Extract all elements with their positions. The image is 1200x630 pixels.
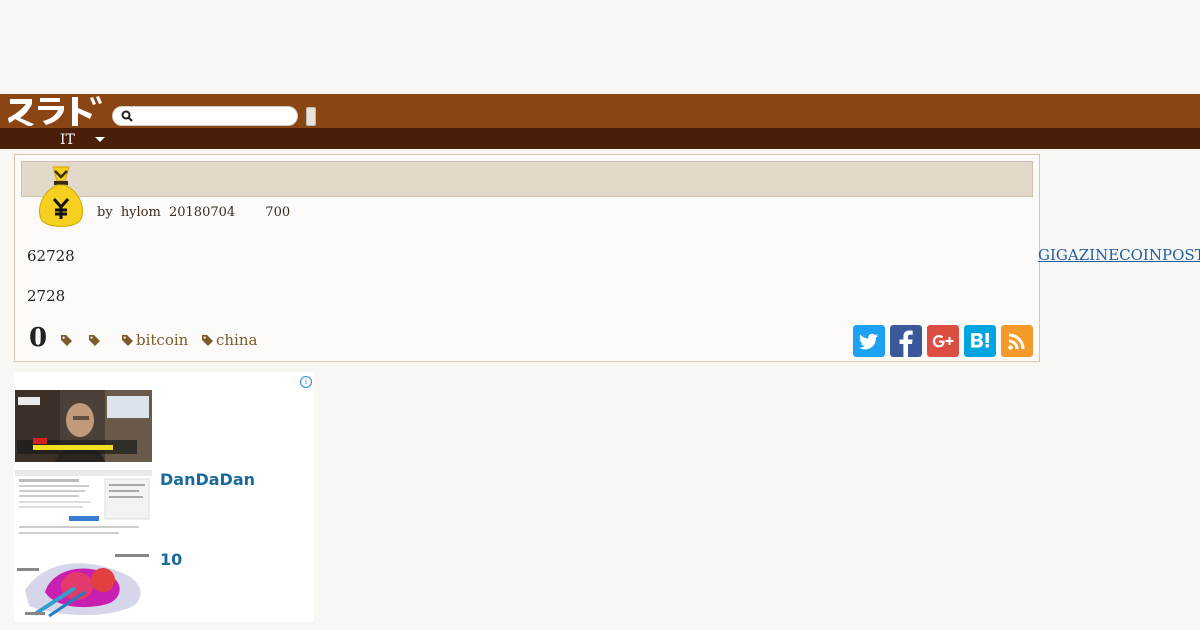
external-link-coinpost[interactable]: COINPOST: [1119, 246, 1200, 264]
external-links: GIGAZINECOINPOST: [1038, 246, 1200, 264]
money-bag-icon[interactable]: [37, 163, 85, 229]
tag-icon: [202, 335, 213, 346]
tag-item-china[interactable]: china: [202, 331, 257, 349]
ad-unit: i DanDaDan 10: [14, 372, 314, 622]
ad-thumbnail-fusion[interactable]: [15, 550, 152, 622]
hatena-icon: [971, 333, 990, 348]
site-logo[interactable]: [8, 96, 104, 126]
article-card: by hylom 20180704 700 62728 2728 0 bitco…: [14, 154, 1040, 362]
section-selector-label[interactable]: IT: [60, 131, 75, 149]
tag-icon: [61, 335, 72, 346]
external-link-gigazine[interactable]: GIGAZINE: [1038, 246, 1119, 264]
article-title-bar: [21, 161, 1033, 197]
tag-label: bitcoin: [136, 331, 189, 349]
search-icon: [121, 110, 133, 122]
search-submit-button[interactable]: [306, 107, 316, 126]
article-byline: by hylom 20180704 700: [97, 205, 294, 220]
tag-label: china: [216, 331, 258, 349]
googleplus-share-button[interactable]: [927, 325, 959, 357]
section-nav-bar: [0, 128, 1200, 149]
tag-icon: [89, 335, 100, 346]
tag-item[interactable]: [89, 331, 103, 349]
article-count: 700: [265, 205, 291, 220]
author-link[interactable]: hylom: [121, 205, 161, 220]
twitter-share-button[interactable]: [853, 325, 885, 357]
tag-item-bitcoin[interactable]: bitcoin: [122, 331, 188, 349]
tag-item[interactable]: [61, 331, 75, 349]
hatena-bookmark-button[interactable]: [964, 325, 996, 357]
ad-headline[interactable]: 10: [160, 550, 182, 569]
facebook-share-button[interactable]: [890, 325, 922, 357]
rss-feed-button[interactable]: [1001, 325, 1033, 357]
search-box: [112, 106, 298, 126]
ad-thumbnail-webpage[interactable]: [15, 470, 152, 542]
comment-count[interactable]: 0: [29, 325, 47, 351]
ad-thumbnail-video[interactable]: [15, 390, 152, 462]
byline-by: by: [97, 205, 113, 220]
chevron-down-icon[interactable]: [95, 137, 105, 142]
info-icon[interactable]: i: [300, 376, 312, 388]
search-input[interactable]: [139, 109, 289, 123]
article-paragraph-1: 62728: [27, 247, 75, 265]
tag-icon: [122, 335, 133, 346]
article-date: 20180704: [168, 205, 236, 220]
article-paragraph-2: 2728: [27, 287, 66, 305]
ad-headline[interactable]: DanDaDan: [160, 470, 255, 489]
